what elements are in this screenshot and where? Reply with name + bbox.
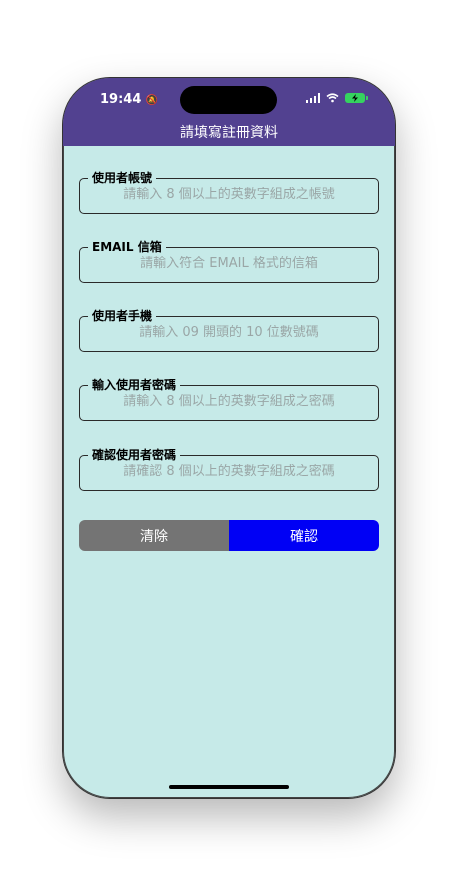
confirm-password-label: 確認使用者密碼 [88, 447, 181, 463]
wifi-icon [326, 93, 339, 103]
signal-icon [305, 93, 320, 103]
username-label: 使用者帳號 [88, 170, 157, 186]
navigation-header: 19:44 🔕 請填寫註冊資料 [63, 78, 395, 146]
dynamic-island [180, 86, 277, 114]
username-field: 使用者帳號 [79, 170, 379, 214]
bell-slash-icon: 🔕 [145, 95, 159, 106]
status-bar-time: 19:44 🔕 [100, 92, 158, 107]
time-text: 19:44 [100, 92, 142, 107]
clear-button[interactable]: 清除 [79, 520, 229, 551]
password-input[interactable] [80, 394, 378, 409]
email-label: EMAIL 信箱 [88, 239, 166, 255]
confirm-button[interactable]: 確認 [229, 520, 379, 551]
password-label: 輸入使用者密碼 [88, 377, 181, 393]
phone-screen: 19:44 🔕 請填寫註冊資料 使用者帳號 EMAIL 信箱 [62, 77, 396, 799]
email-input[interactable] [80, 256, 378, 271]
home-indicator[interactable] [169, 785, 289, 789]
confirm-password-input[interactable] [80, 464, 378, 479]
email-field: EMAIL 信箱 [79, 239, 379, 283]
username-input[interactable] [80, 187, 378, 202]
page-title: 請填寫註冊資料 [180, 125, 278, 141]
password-field: 輸入使用者密碼 [79, 377, 379, 421]
phone-field: 使用者手機 [79, 308, 379, 352]
confirm-password-field: 確認使用者密碼 [79, 447, 379, 491]
action-buttons: 清除 確認 [79, 520, 379, 551]
battery-charging-icon [345, 93, 368, 103]
phone-label: 使用者手機 [88, 308, 157, 324]
phone-input[interactable] [80, 325, 378, 340]
status-icons [305, 93, 368, 103]
